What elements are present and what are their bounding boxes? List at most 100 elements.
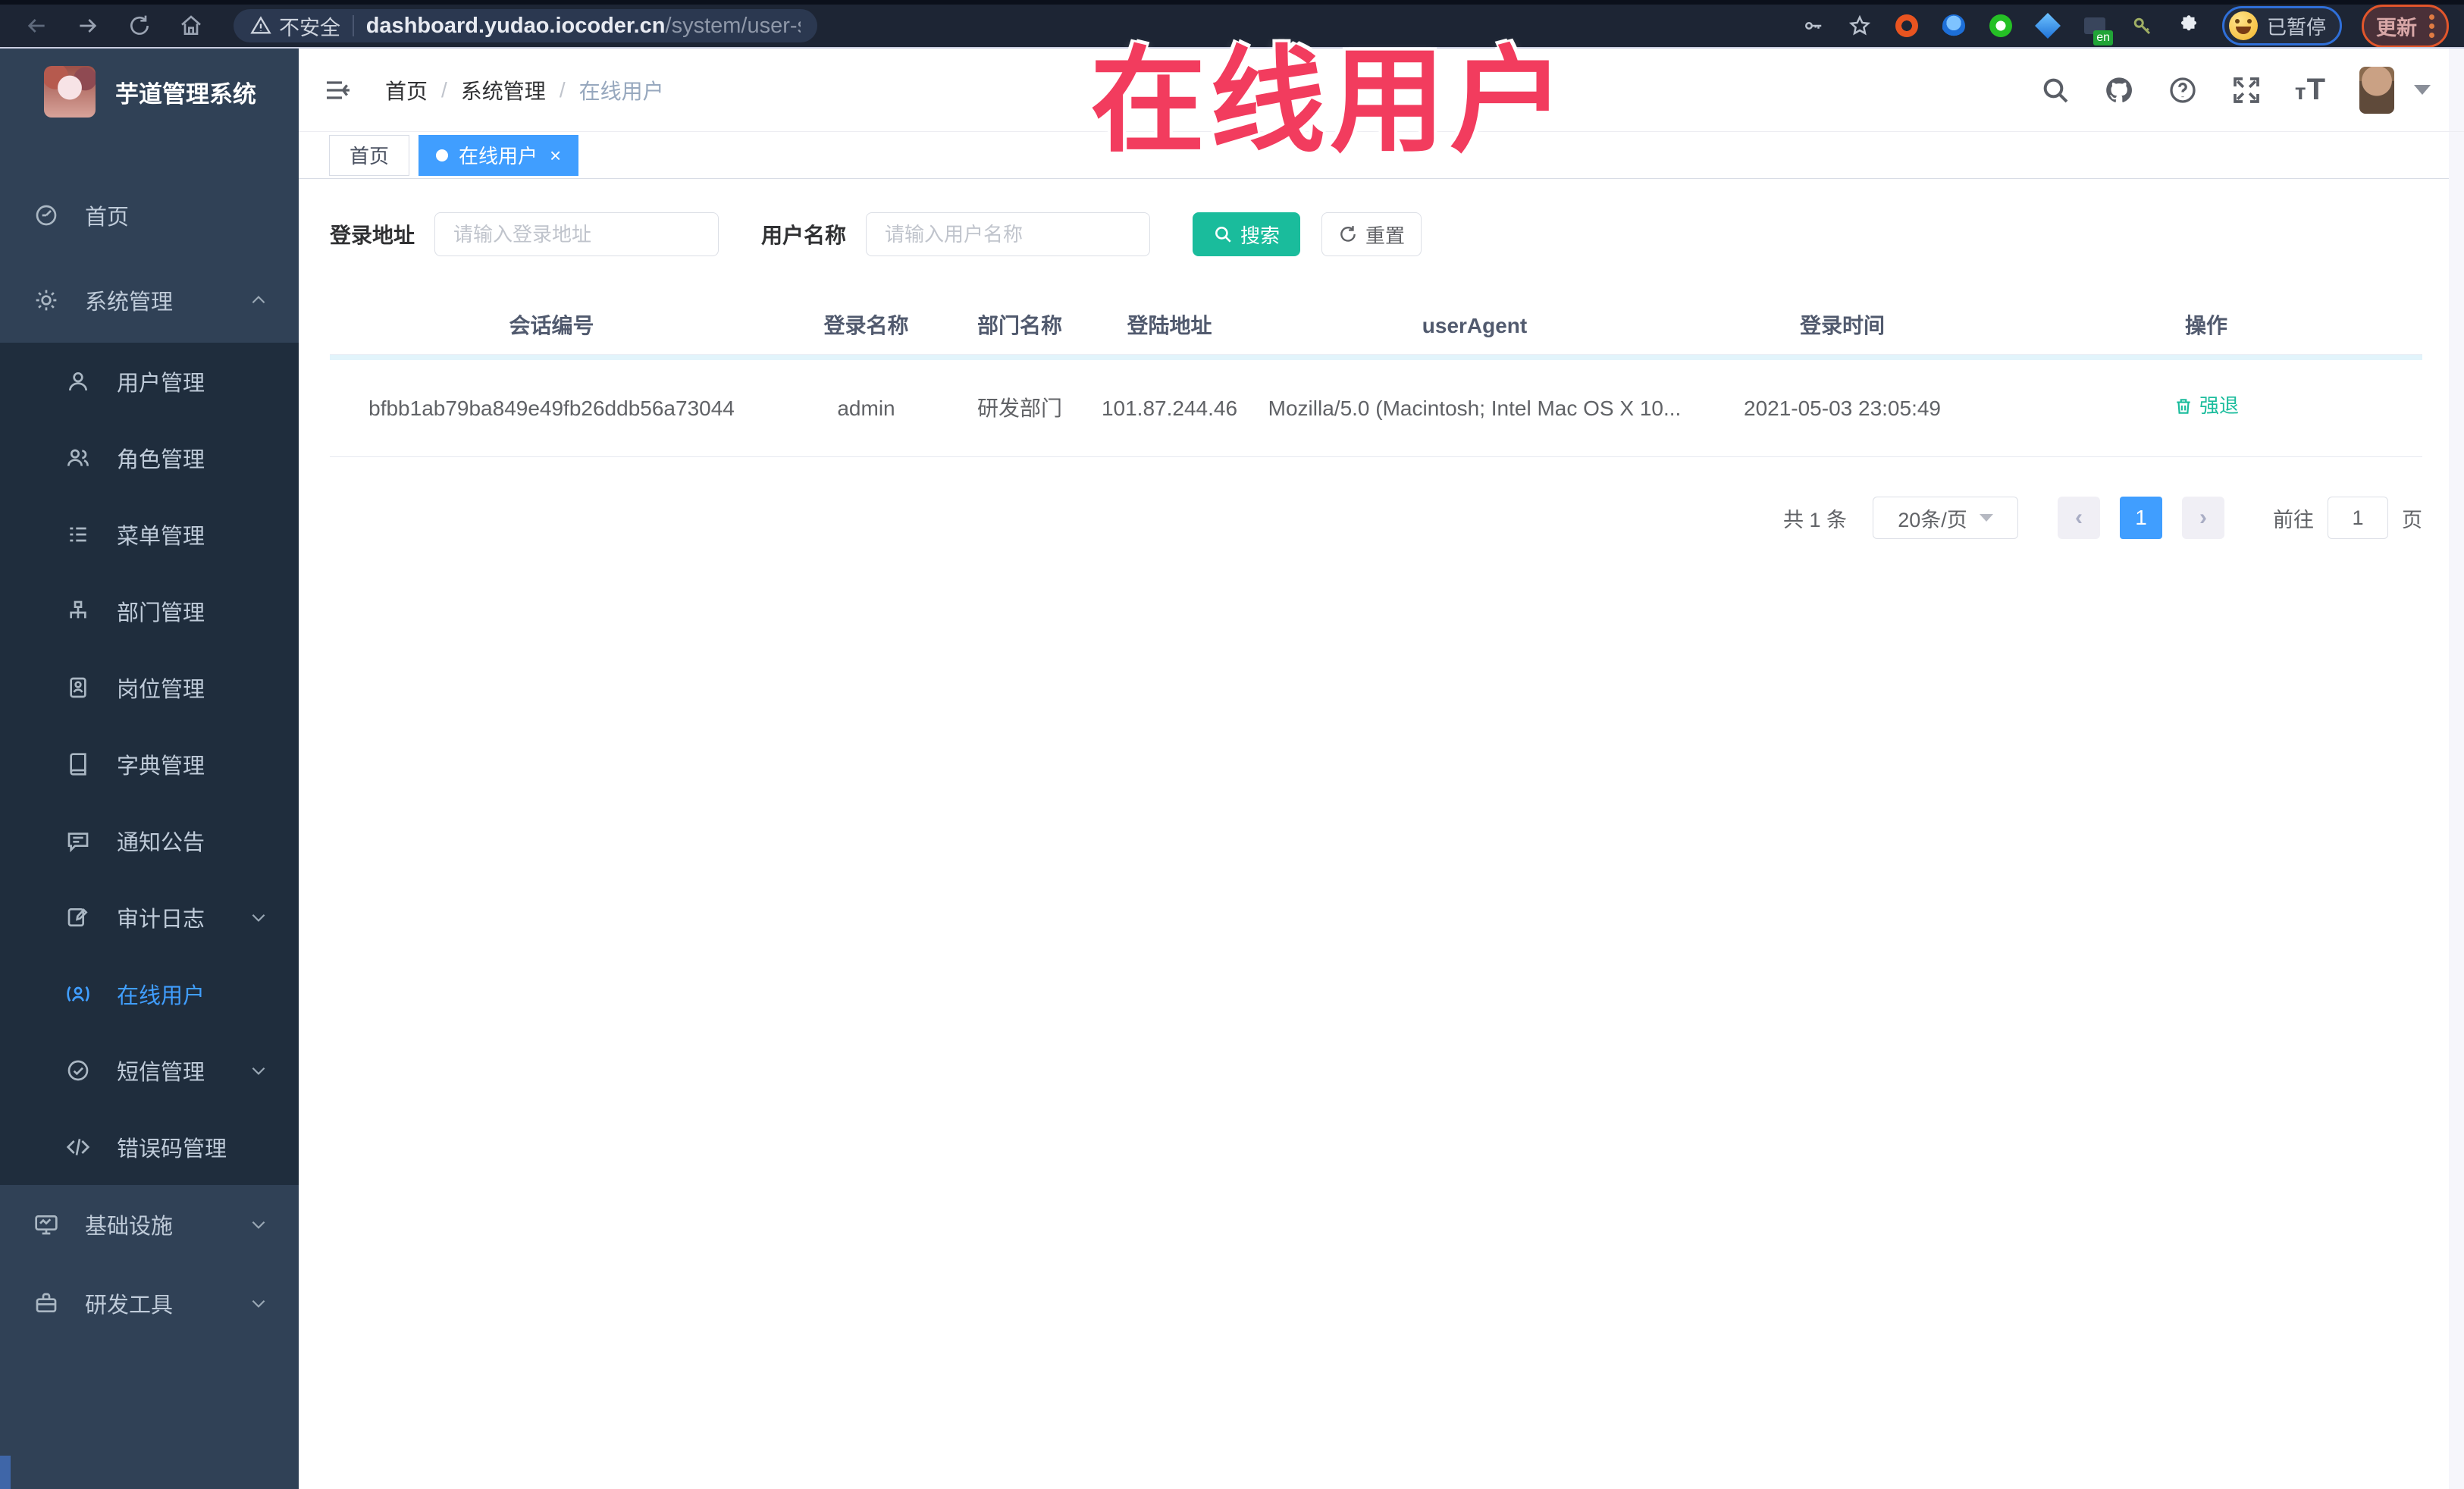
page-unit-label: 页 [2402,508,2422,531]
users-icon [65,445,91,471]
caret-down-icon[interactable] [2414,85,2431,95]
translate-en-extension-icon[interactable]: en [2081,12,2113,45]
sidebar-scrollbar-thumb[interactable] [0,1456,11,1489]
url-text[interactable]: dashboard.yudao.iocoder.cn/system/user-s… [366,14,801,39]
sidebar-item-label: 菜单管理 [117,524,205,549]
sidebar-item-sms-mgmt[interactable]: 短信管理 [0,1032,299,1108]
warning-icon [250,15,271,36]
ubuntu-extension-icon[interactable] [1893,12,1920,39]
search-button-label: 搜索 [1240,224,1281,247]
help-icon[interactable] [2168,75,2198,105]
active-dot-icon [436,149,449,161]
key-icon[interactable] [1799,12,1826,39]
home-icon[interactable] [176,11,206,41]
sidebar-item-label: 角色管理 [117,447,205,472]
sidebar-item-label: 字典管理 [117,754,205,779]
github-icon[interactable] [2104,75,2134,105]
sidebar-item-dict-mgmt[interactable]: 字典管理 [0,726,299,802]
sidebar-item-label: 在线用户 [117,983,205,1008]
sidebar-item-menu-mgmt[interactable]: 菜单管理 [0,496,299,572]
sidebar-item-post-mgmt[interactable]: 岗位管理 [0,649,299,726]
security-label[interactable]: 不安全 [279,11,340,41]
diamond-extension-icon[interactable] [2034,12,2061,39]
sidebar-item-user-mgmt[interactable]: 用户管理 [0,343,299,419]
forward-icon[interactable] [73,11,103,41]
chevron-down-icon [249,1215,268,1234]
login-addr-input[interactable] [434,212,719,256]
user-avatar[interactable] [2359,66,2394,114]
sidebar-item-label: 错误码管理 [117,1136,227,1161]
sidebar-item-audit-log[interactable]: 审计日志 [0,879,299,955]
extensions-puzzle-icon[interactable] [2175,12,2202,39]
sidebar-item-online-users[interactable]: 在线用户 [0,955,299,1032]
close-icon[interactable]: × [550,146,561,165]
search-button[interactable]: 搜索 [1193,212,1301,256]
refresh-icon[interactable] [124,11,155,41]
cell-login-name: admin [837,396,895,420]
fullscreen-icon[interactable] [2231,75,2262,105]
address-bar[interactable]: 不安全 dashboard.yudao.iocoder.cn/system/us… [234,9,817,42]
main-area: 首页 / 系统管理 / 在线用户 тT 首页 在线用户 × 登录地址 请输入登录… [299,49,2464,1489]
update-button[interactable]: 更新 [2362,4,2449,48]
tab-home[interactable]: 首页 [329,134,410,176]
key2-extension-icon[interactable] [2128,12,2155,39]
sidebar-item-home[interactable]: 首页 [0,173,299,258]
tab-online-users[interactable]: 在线用户 × [419,134,579,176]
login-addr-label: 登录地址 [330,224,415,247]
star-icon[interactable] [1846,12,1873,39]
user-name-label: 用户名称 [761,224,847,247]
refresh-icon [1340,226,1356,242]
goto-page-input[interactable] [2328,497,2388,539]
total-count: 共 1 条 [1782,508,1847,531]
search-icon[interactable] [2040,75,2071,105]
sidebar-item-label: 用户管理 [117,371,205,396]
reset-button[interactable]: 重置 [1321,212,1422,256]
sidebar-item-system[interactable]: 系统管理 [0,258,299,343]
page-1-button[interactable]: 1 [2120,497,2162,539]
chevron-up-icon [249,290,268,310]
user-icon [65,368,91,394]
sidebar-item-infra[interactable]: 基础设施 [0,1185,299,1264]
logo[interactable]: 芋道管理系统 [0,47,299,136]
sidebar-item-dept-mgmt[interactable]: 部门管理 [0,572,299,649]
breadcrumb-system[interactable]: 系统管理 [461,75,546,105]
cell-login-time: 2021-05-03 23:05:49 [1744,396,1941,420]
sessions-table: 会话编号 登录名称 部门名称 登陆地址 userAgent 登录时间 操作 bf… [330,297,2422,457]
v-green-extension-icon[interactable] [1987,12,2014,39]
update-label: 更新 [2376,16,2417,39]
cell-dept-name: 研发部门 [977,396,1062,420]
badge-icon [65,675,91,701]
tags-view-bar: 首页 在线用户 × [299,132,2464,179]
sidebar-item-notice[interactable]: 通知公告 [0,802,299,879]
divider [353,15,354,36]
org-tree-icon [65,598,91,624]
back-icon[interactable] [21,11,52,41]
force-logout-button[interactable]: 强退 [2174,391,2239,421]
search-icon [1215,227,1231,243]
sidebar-item-label: 首页 [85,205,130,230]
sidebar-item-label: 部门管理 [117,600,205,625]
font-size-icon[interactable]: тT [2295,73,2326,107]
trash-icon [2177,399,2190,414]
next-page-button[interactable]: › [2182,497,2224,539]
sidebar-item-label: 岗位管理 [117,677,205,702]
reset-button-label: 重置 [1365,224,1406,247]
user-name-input[interactable] [866,212,1151,256]
header-divider [330,355,2422,360]
sidebar-item-devtools[interactable]: 研发工具 [0,1264,299,1343]
breadcrumb-home[interactable]: 首页 [385,75,428,105]
page-content: 登录地址 用户名称 搜索 重置 会话编号 登录名称 部门名称 登 [299,179,2464,539]
dashboard-icon [33,202,59,228]
sidebar-item-role-mgmt[interactable]: 角色管理 [0,419,299,496]
pin-extension-icon[interactable] [1940,12,1967,39]
profile-paused-badge[interactable]: 已暂停 [2221,6,2342,45]
content-scrollbar[interactable] [2449,49,2464,1489]
sidebar-item-errcode-mgmt[interactable]: 错误码管理 [0,1108,299,1185]
page-size-select[interactable]: 20条/页 [1873,497,2018,539]
prev-page-button[interactable]: ‹ [2058,497,2100,539]
cell-session-id: bfbb1ab79ba849e49fb26ddb56a73044 [368,396,735,420]
kebab-menu-icon[interactable] [2429,14,2434,38]
url-path: /system/user-session [665,13,801,38]
sidebar-item-label: 短信管理 [117,1060,205,1085]
hamburger-icon[interactable] [323,75,353,105]
